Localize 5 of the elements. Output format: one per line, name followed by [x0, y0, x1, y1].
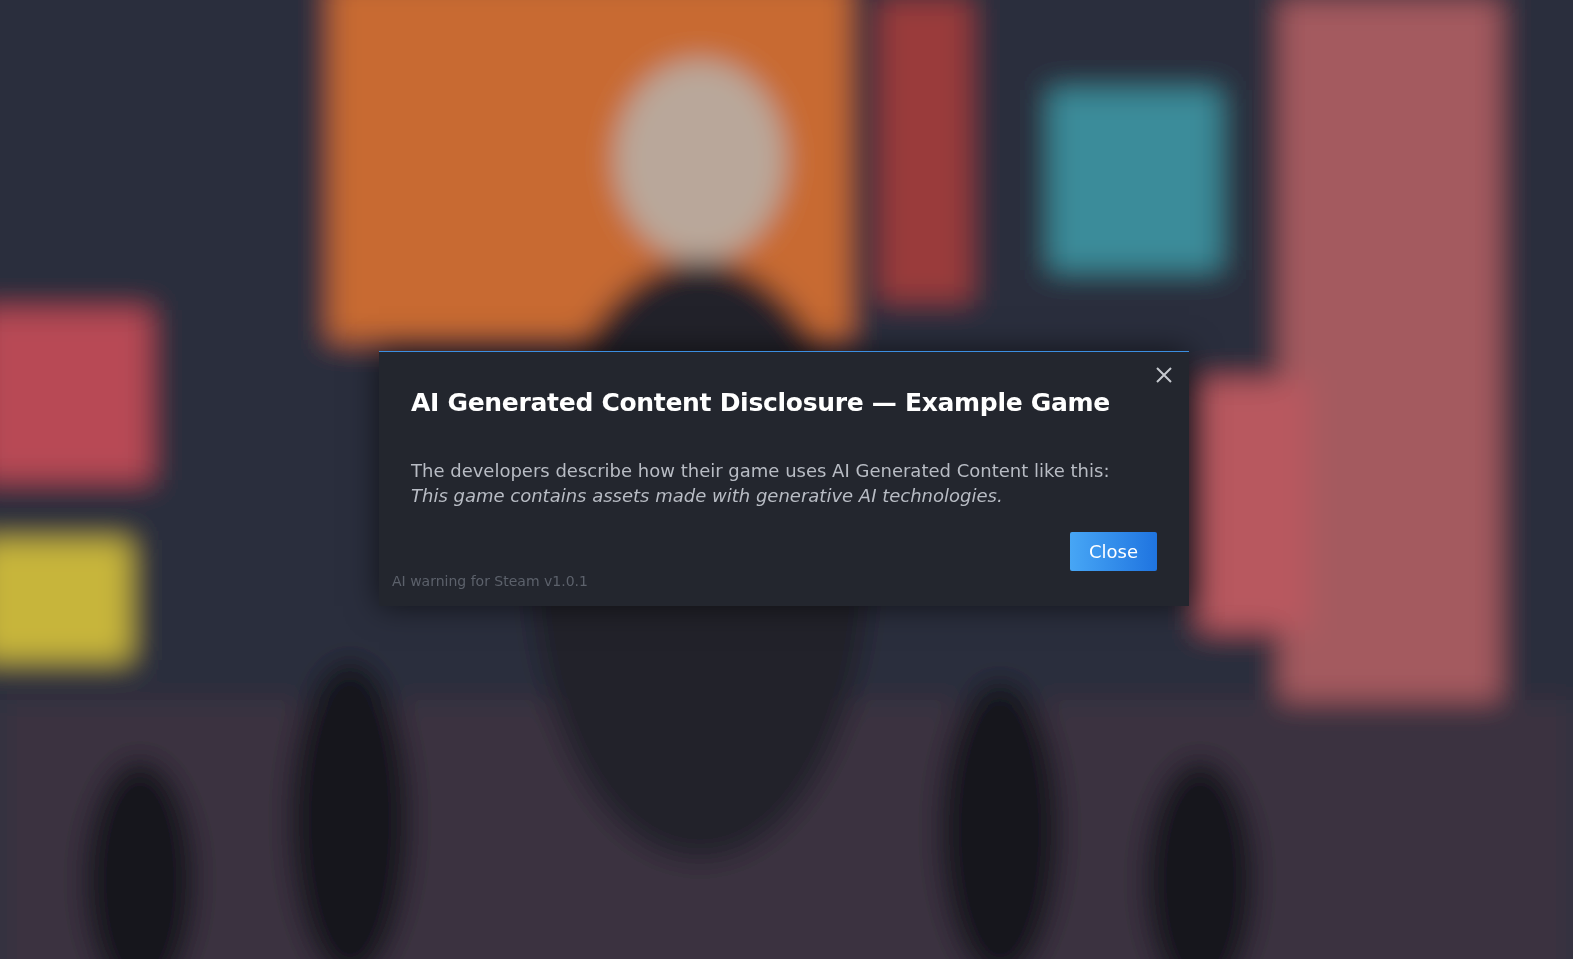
quote-text: This game contains assets made with generative AI technologies.: [411, 484, 1004, 508]
version-text: AI warning for Steam v1.0.1: [392, 572, 589, 591]
description-text: The developers describe how their game uses AI Generated Content like this:: [411, 459, 1111, 483]
close-button[interactable]: Close: [1069, 532, 1157, 571]
dialog-title: AI Generated Content Disclosure — Example Game: [411, 388, 1111, 418]
